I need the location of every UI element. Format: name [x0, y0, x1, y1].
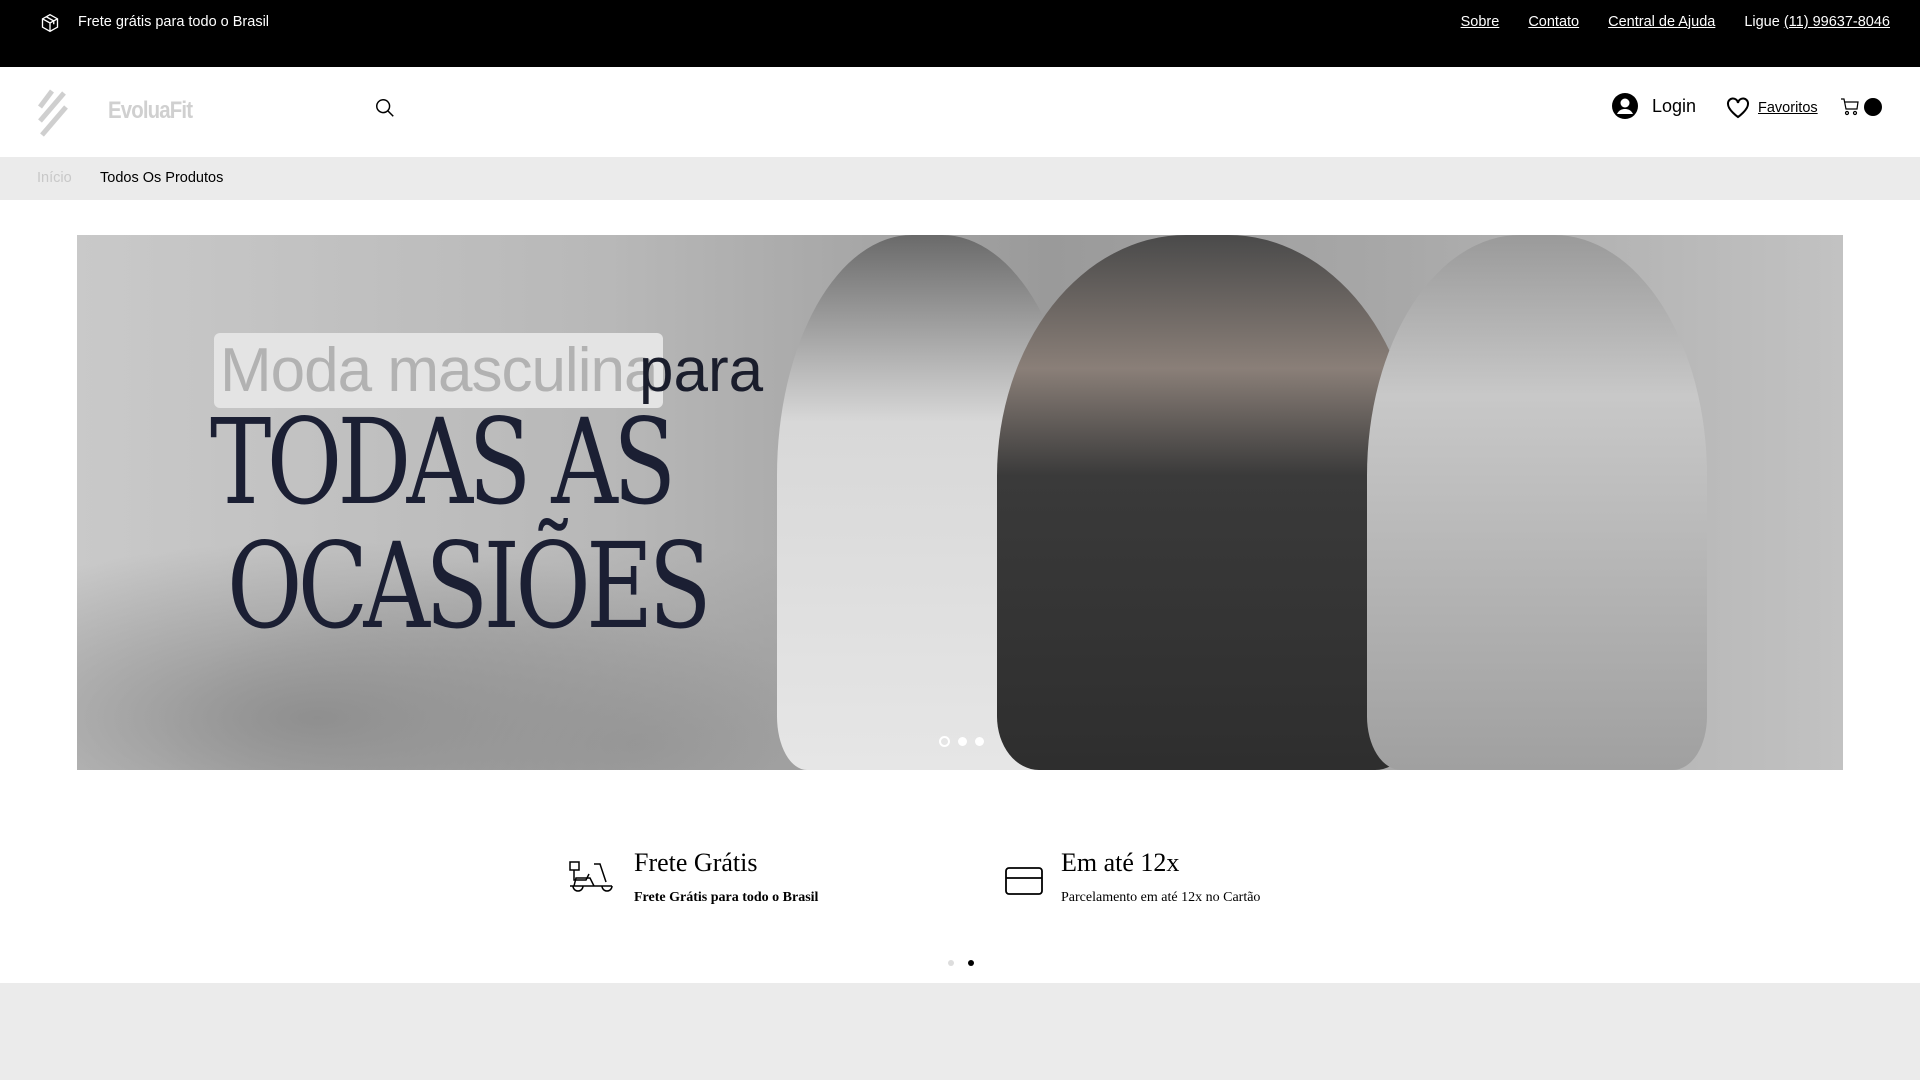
phone-info: Ligue (11) 99637-8046 [1744, 14, 1890, 30]
banner-dot-3[interactable] [975, 737, 984, 746]
login-button[interactable]: Login [1612, 93, 1696, 119]
feature-title: Em até 12x [1061, 848, 1180, 877]
banner-dot-2[interactable] [958, 737, 967, 746]
link-contato[interactable]: Contato [1528, 14, 1579, 30]
delivery-scooter-icon [569, 861, 613, 892]
features-dot-1[interactable] [948, 960, 954, 966]
banner-headline-2: OCASIÕES [227, 517, 712, 655]
top-bar: Frete grátis para todo o Brasil Sobre Co… [0, 0, 1920, 67]
cart-count-badge [1864, 98, 1882, 116]
heart-icon [1727, 97, 1749, 119]
free-shipping-text: Frete grátis para todo o Brasil [78, 14, 270, 30]
footer-section [0, 983, 1920, 1080]
cart-button[interactable] [1840, 97, 1882, 117]
banner-dot-1[interactable] [939, 736, 950, 747]
header: EvoluaFit Login Favoritos [0, 67, 1920, 157]
logo-icon[interactable] [36, 89, 70, 137]
feature-installments: Em até 12x Parcelamento em até 12x no Car… [1005, 848, 1260, 906]
cart-icon [1841, 98, 1859, 116]
favorites-link[interactable]: Favoritos [1726, 97, 1818, 119]
features-dot-2[interactable] [968, 960, 974, 966]
hero-banner-carousel[interactable]: Moda masculina para TODAS AS OCASIÕES [77, 235, 1843, 770]
banner-model-3 [1367, 235, 1707, 770]
feature-subtitle: Frete Grátis para todo o Brasil [634, 890, 819, 905]
breadcrumb-home[interactable]: Início [37, 170, 72, 186]
link-sobre[interactable]: Sobre [1461, 14, 1500, 30]
banner-pagination [939, 736, 984, 747]
breadcrumb: Início Todos Os Produtos [0, 157, 1920, 200]
favorites-label: Favoritos [1758, 100, 1818, 116]
link-central-de-ajuda[interactable]: Central de Ajuda [1608, 14, 1715, 30]
features-pagination [948, 960, 974, 966]
feature-free-shipping: Frete Grátis Frete Grátis para todo o Bra… [568, 848, 818, 906]
phone-link[interactable]: (11) 99637-8046 [1784, 14, 1890, 30]
phone-label: Ligue [1744, 14, 1784, 30]
user-icon [1612, 93, 1638, 119]
brand-logo[interactable]: EvoluaFit [108, 97, 193, 125]
banner-model-2 [997, 235, 1417, 770]
feature-subtitle: Parcelamento em até 12x no Cartão [1061, 890, 1261, 905]
banner-headline-1: TODAS AS [210, 393, 676, 531]
login-label: Login [1652, 95, 1697, 116]
search-icon[interactable] [374, 97, 396, 119]
credit-card-icon [1005, 867, 1043, 895]
feature-title: Frete Grátis [634, 848, 758, 877]
breadcrumb-current: Todos Os Produtos [100, 170, 224, 186]
package-icon [41, 13, 59, 33]
